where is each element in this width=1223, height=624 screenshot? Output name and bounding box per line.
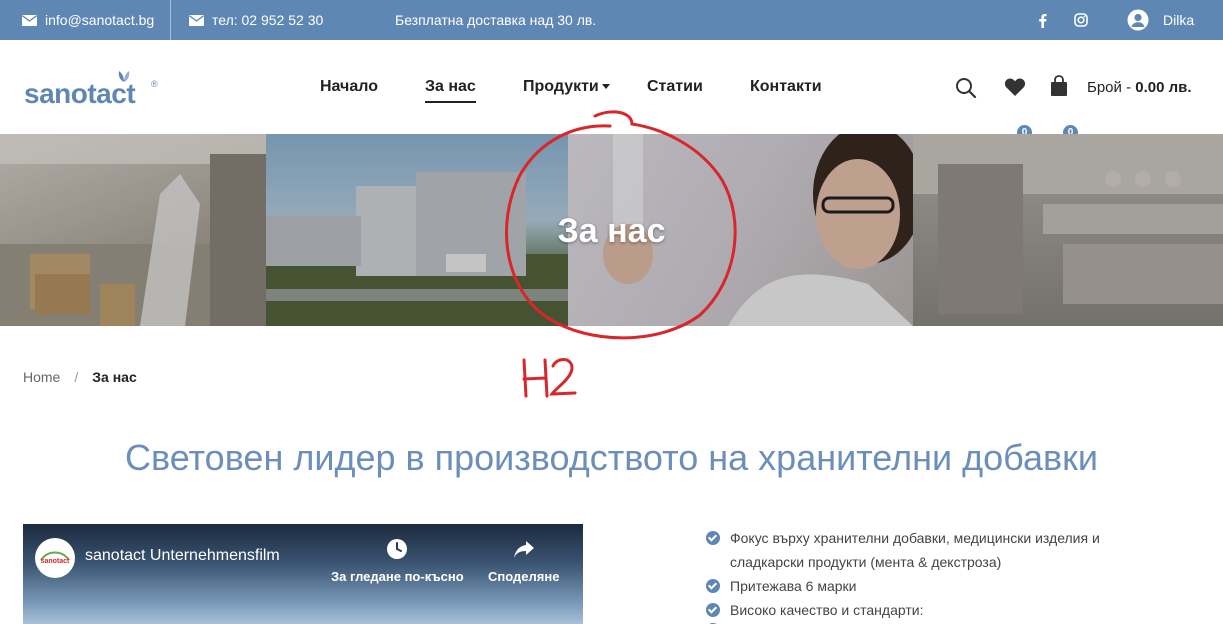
phone-text: тел: 02 952 52 30 — [212, 12, 324, 28]
nav-item-articles[interactable]: Статии — [647, 78, 703, 96]
wishlist-heart-icon[interactable] — [1004, 77, 1026, 102]
nav-item-home[interactable]: Начало — [320, 78, 378, 96]
email-link[interactable]: info@sanotact.bg — [22, 0, 154, 40]
check-circle-icon — [706, 531, 720, 545]
check-circle-icon — [706, 603, 720, 617]
breadcrumb-separator: / — [74, 369, 79, 385]
cart-summary[interactable]: Брой - 0.00 лв. — [1087, 79, 1192, 96]
share-label: Споделяне — [488, 569, 560, 584]
watch-later-label: За гледане по-късно — [331, 569, 464, 584]
list-item: Фокус върху хранителни добавки, медицинс… — [706, 526, 1156, 574]
annotation-2-letter — [549, 358, 577, 396]
instagram-link[interactable] — [1074, 0, 1088, 40]
breadcrumb-current: За нас — [92, 369, 137, 385]
hero-title: За нас — [557, 212, 666, 250]
nav-products-label: Продукти — [523, 78, 599, 95]
user-name: Dilka — [1163, 12, 1195, 28]
clock-icon — [386, 538, 408, 563]
user-account-link[interactable]: Dilka — [1127, 0, 1194, 40]
hero-banner: За нас — [0, 134, 1223, 326]
video-embed[interactable]: sanotact sanotact Unternehmensfilm За гл… — [23, 524, 583, 624]
site-header: sanotact ® Начало За нас Продукти Статии… — [0, 40, 1223, 141]
share-button[interactable]: Споделяне — [488, 538, 559, 584]
feature-text: Фокус върху хранителни добавки, медицинс… — [730, 530, 1100, 570]
user-icon — [1127, 9, 1149, 31]
chevron-down-icon — [601, 84, 610, 90]
instagram-icon — [1074, 13, 1088, 27]
nav-item-contacts[interactable]: Контакти — [750, 78, 822, 96]
channel-avatar[interactable]: sanotact — [35, 538, 75, 578]
feature-text: Притежава 6 марки — [730, 578, 857, 594]
features-list: Фокус върху хранителни добавки, медицинс… — [706, 526, 1156, 624]
topbar-divider — [170, 0, 171, 40]
facebook-link[interactable] — [1038, 0, 1047, 40]
feature-text: Високо качество и стандарти: — [730, 602, 924, 618]
check-circle-icon — [706, 579, 720, 593]
phone-link[interactable]: тел: 02 952 52 30 — [189, 0, 323, 40]
annotation-h-letter — [522, 358, 549, 398]
svg-text:sanotact: sanotact — [41, 558, 70, 565]
top-bar: info@sanotact.bg тел: 02 952 52 30 Безпл… — [0, 0, 1223, 40]
cart-bag-icon[interactable] — [1050, 75, 1068, 102]
breadcrumb: Home / За нас — [23, 369, 137, 385]
envelope-icon — [189, 14, 204, 26]
watch-later-button[interactable]: За гледане по-късно — [331, 538, 464, 584]
facebook-icon — [1038, 13, 1047, 28]
list-item: Притежава 6 марки — [706, 574, 1156, 598]
search-icon[interactable] — [955, 77, 977, 104]
promo-text: Безплатна доставка над 30 лв. — [395, 0, 596, 40]
breadcrumb-home-link[interactable]: Home — [23, 369, 60, 385]
list-item: Високо качество и стандарти: — [706, 598, 1156, 622]
page-heading: Световен лидер в производството на храни… — [125, 437, 1098, 478]
nav-item-about[interactable]: За нас — [425, 78, 476, 103]
cart-label: Брой - — [1087, 79, 1136, 96]
email-text: info@sanotact.bg — [45, 12, 155, 28]
video-title[interactable]: sanotact Unternehmensfilm — [85, 547, 280, 565]
cart-total: 0.00 лв. — [1135, 79, 1192, 96]
envelope-icon — [22, 14, 37, 26]
promo-label: Безплатна доставка над 30 лв. — [395, 12, 597, 28]
share-icon — [513, 538, 535, 563]
main-nav: Начало За нас Продукти Статии Контакти — [0, 40, 1223, 134]
nav-item-products[interactable]: Продукти — [523, 78, 610, 96]
